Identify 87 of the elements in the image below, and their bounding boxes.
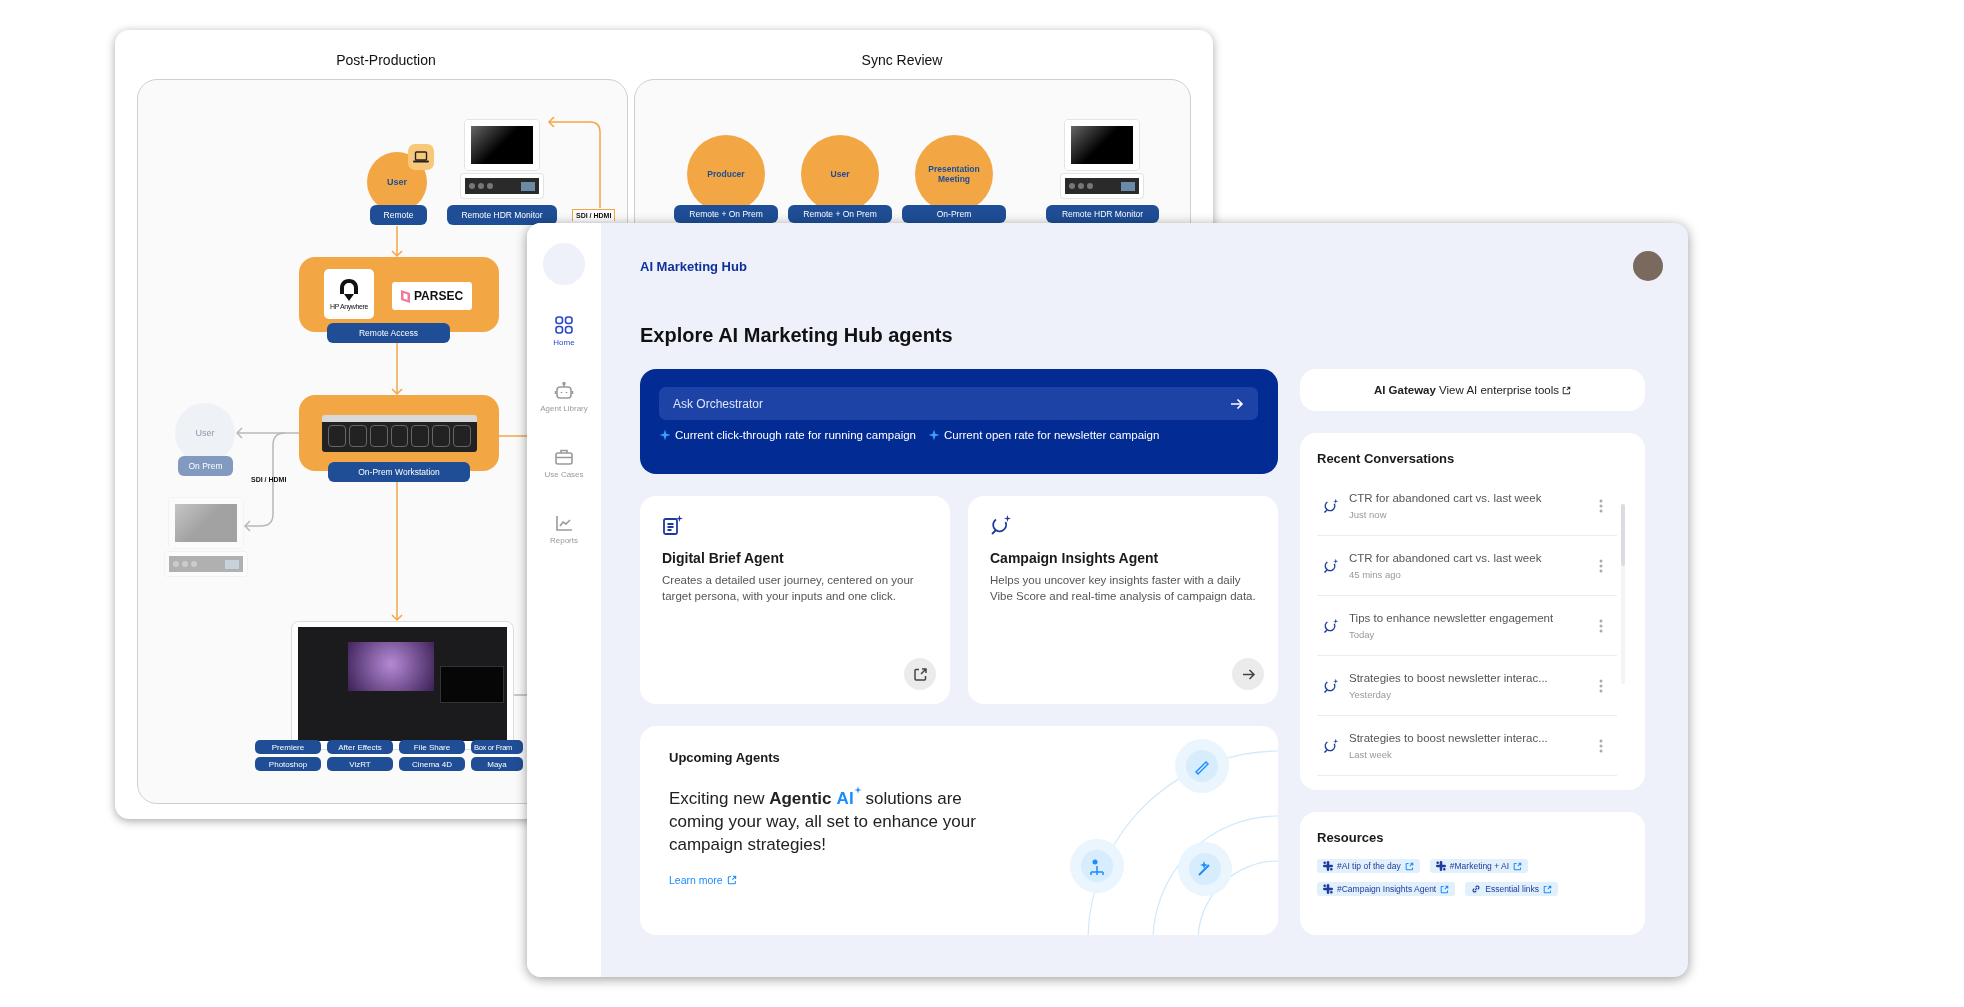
app-label: Maya [471,757,523,771]
more-options-icon[interactable] [1599,498,1603,513]
open-external-button[interactable] [904,658,936,690]
refresh-sparkle-icon [1323,617,1339,634]
resource-link[interactable]: #Marketing + AI [1429,859,1529,873]
card-title: Resources [1317,830,1385,845]
node-label: On-Prem [902,205,1006,223]
agent-card[interactable]: Digital Brief Agent Creates a detailed user journey, centered on your target persona, with your inputs and one click. [640,496,950,704]
refresh-sparkle-icon [1323,497,1339,514]
app-label: Cinema 4D [399,757,465,771]
send-arrow-icon[interactable] [1230,397,1244,411]
refresh-sparkle-icon [1323,557,1339,574]
more-options-icon[interactable] [1599,618,1603,633]
app-label: Premiere [255,740,321,754]
node-label: Remote [370,205,427,225]
agent-title: Digital Brief Agent [662,550,785,566]
section-title: Post-Production [336,52,436,68]
logo-card: PARSEC [392,282,472,310]
sparkle-icon [659,429,671,441]
external-link-icon [1562,385,1572,395]
card-title: Upcoming Agents [669,750,781,765]
node-label: Remote HDR Monitor [447,205,557,225]
sparkle-icon [853,786,862,794]
external-link-icon [1513,861,1523,871]
gateway-link[interactable]: AI Gateway View AI enterprise tools [1300,369,1645,411]
node-label: Remote + On Prem [674,205,778,223]
agent-description: Helps you uncover key insights faster with a daily Vibe Score and real-time analysis of campaign data. [990,573,1256,604]
conversation-item[interactable]: Tips to enhance newsletter engagement Today [1317,596,1617,656]
external-link-icon [1440,884,1450,894]
section-title: Sync Review [861,52,943,68]
suggestion-chip[interactable]: Current open rate for newsletter campaign [928,429,1160,441]
promo-message: Exciting new Agentic AI solutions are coming your way, all set to enhance your campaign strategies! [669,787,999,856]
agent-description: Creates a detailed user journey, centered on your target persona, with your inputs and one click. [662,573,915,604]
line-chart-icon [554,513,574,533]
conversation-item[interactable]: CTR for abandoned cart vs. last week Just now [1317,476,1617,536]
hash-grid-icon [1435,861,1446,871]
graph-panel [440,666,504,703]
scrollbar-thumb[interactable] [1621,504,1625,566]
agent-card[interactable]: Campaign Insights Agent Helps you uncover key insights faster with a daily Vibe Score and real-time analysis of campaign data. [968,496,1278,704]
hash-grid-icon [1323,861,1333,871]
connector-arrow [391,342,403,396]
laptop-icon [408,144,434,170]
app-label: VizRT [327,757,393,771]
chain-link-icon [1471,884,1482,894]
app-label: After Effects [327,740,393,754]
briefcase-icon [554,447,574,467]
page-heading: Explore AI Marketing Hub agents [640,324,954,347]
user-avatar[interactable] [1633,251,1663,281]
learn-more-link[interactable]: Learn more [669,874,737,886]
conversation-item[interactable]: CTR for abandoned cart vs. last week 45 mins ago [1317,536,1617,596]
app-brand: AI Marketing Hub [640,258,747,274]
pin-logo-icon [339,278,359,302]
grid-icon [554,315,574,335]
sparkle-icon [928,429,940,441]
conversation-item[interactable]: Strategies to boost newsletter interac... Yesterday [1317,656,1617,716]
resource-link[interactable]: #Campaign Insights Agent [1317,882,1456,896]
conversation-item[interactable]: Strategies to boost newsletter interac... Last week [1317,716,1617,776]
external-link-icon [726,875,737,885]
hash-grid-icon [1323,884,1333,894]
external-link-icon [1543,884,1553,894]
external-link-icon [1404,861,1414,871]
refresh-sparkle-icon [1323,737,1339,754]
connector-arrow [391,225,403,258]
node-label: Remote Access [327,323,450,343]
suggestion-chip[interactable]: Current click-through rate for running campaign [659,429,916,441]
node-label: On Prem [178,456,233,476]
refresh-sparkle-icon [990,514,1012,536]
document-sparkle-icon [662,514,684,536]
app-label: Photoshop [255,757,321,771]
more-options-icon[interactable] [1599,738,1603,753]
node-label: Remote HDR Monitor [1046,205,1159,223]
card-title: Recent Conversations [1317,451,1456,466]
node-label: On-Prem Workstation [328,462,470,482]
robot-icon [554,381,574,401]
parsec-logo-icon [400,289,410,303]
agent-title: Campaign Insights Agent [990,550,1160,566]
ask-field[interactable]: Ask Orchestrator [659,387,1258,420]
refresh-sparkle-icon [1323,677,1339,694]
next-button[interactable] [1232,658,1264,690]
more-options-icon[interactable] [1599,678,1603,693]
resource-link[interactable]: #AI tip of the day [1317,859,1420,873]
app-label: File Share [399,740,465,754]
more-options-icon[interactable] [1599,558,1603,573]
node-label: Remote + On Prem [788,205,892,223]
resource-link[interactable]: Essential links [1465,882,1559,896]
external-link-icon [912,666,928,682]
nav-item[interactable]: Home [553,309,575,353]
